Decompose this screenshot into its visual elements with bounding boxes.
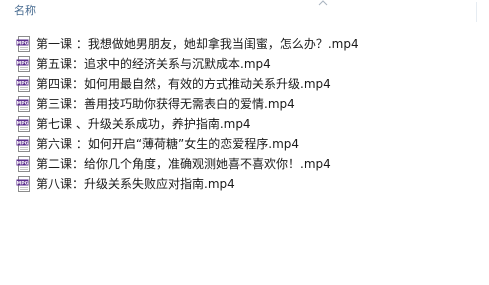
file-row[interactable]: MPG 第八课：升级关系失败应对指南.mp4 [0,174,489,194]
column-header[interactable]: 名称 [0,0,489,24]
file-row[interactable]: MPG 第五课：追求中的经济关系与沉默成本.mp4 [0,54,489,74]
video-file-icon: MPG [16,56,30,72]
video-file-icon: MPG [16,156,30,172]
file-row[interactable]: MPG 第四课：如何用最自然，有效的方式推动关系升级.mp4 [0,74,489,94]
file-row[interactable]: MPG 第一课 ：我想做她男朋友，她却拿我当闺蜜，怎么办？.mp4 [0,34,489,54]
file-type-label: MPG [17,100,29,106]
video-file-icon: MPG [16,96,30,112]
file-row[interactable]: MPG 第三课：善用技巧助你获得无需表白的爱情.mp4 [0,94,489,114]
file-name: 第八课：升级关系失败应对指南.mp4 [36,177,235,191]
video-file-icon: MPG [16,176,30,192]
file-type-label: MPG [17,60,29,66]
file-type-label: MPG [17,40,29,46]
file-list: MPG 第一课 ：我想做她男朋友，她却拿我当闺蜜，怎么办？.mp4 MPG 第五… [0,34,489,194]
video-file-icon: MPG [16,116,30,132]
video-file-icon: MPG [16,36,30,52]
file-type-label: MPG [17,160,29,166]
file-name: 第七课 、升级关系成功，养护指南.mp4 [36,117,251,131]
file-row[interactable]: MPG 第六课 ：如何开启“薄荷糖”女生的恋爱程序.mp4 [0,134,489,154]
file-name: 第一课 ：我想做她男朋友，她却拿我当闺蜜，怎么办？.mp4 [36,37,359,51]
file-name: 第五课：追求中的经济关系与沉默成本.mp4 [36,57,271,71]
sort-chevron-up-icon [318,0,328,6]
file-type-label: MPG [17,120,29,126]
file-name: 第三课：善用技巧助你获得无需表白的爱情.mp4 [36,97,295,111]
name-column-header[interactable]: 名称 [14,4,36,18]
file-row[interactable]: MPG 第二课：给你几个角度，准确观测她喜不喜欢你！.mp4 [0,154,489,174]
video-file-icon: MPG [16,136,30,152]
column-divider[interactable] [476,2,477,22]
file-type-label: MPG [17,80,29,86]
file-name: 第六课 ：如何开启“薄荷糖”女生的恋爱程序.mp4 [36,137,300,151]
file-row[interactable]: MPG 第七课 、升级关系成功，养护指南.mp4 [0,114,489,134]
file-type-label: MPG [17,140,29,146]
video-file-icon: MPG [16,76,30,92]
file-name: 第四课：如何用最自然，有效的方式推动关系升级.mp4 [36,77,331,91]
file-name: 第二课：给你几个角度，准确观测她喜不喜欢你！.mp4 [36,157,331,171]
file-type-label: MPG [17,180,29,186]
